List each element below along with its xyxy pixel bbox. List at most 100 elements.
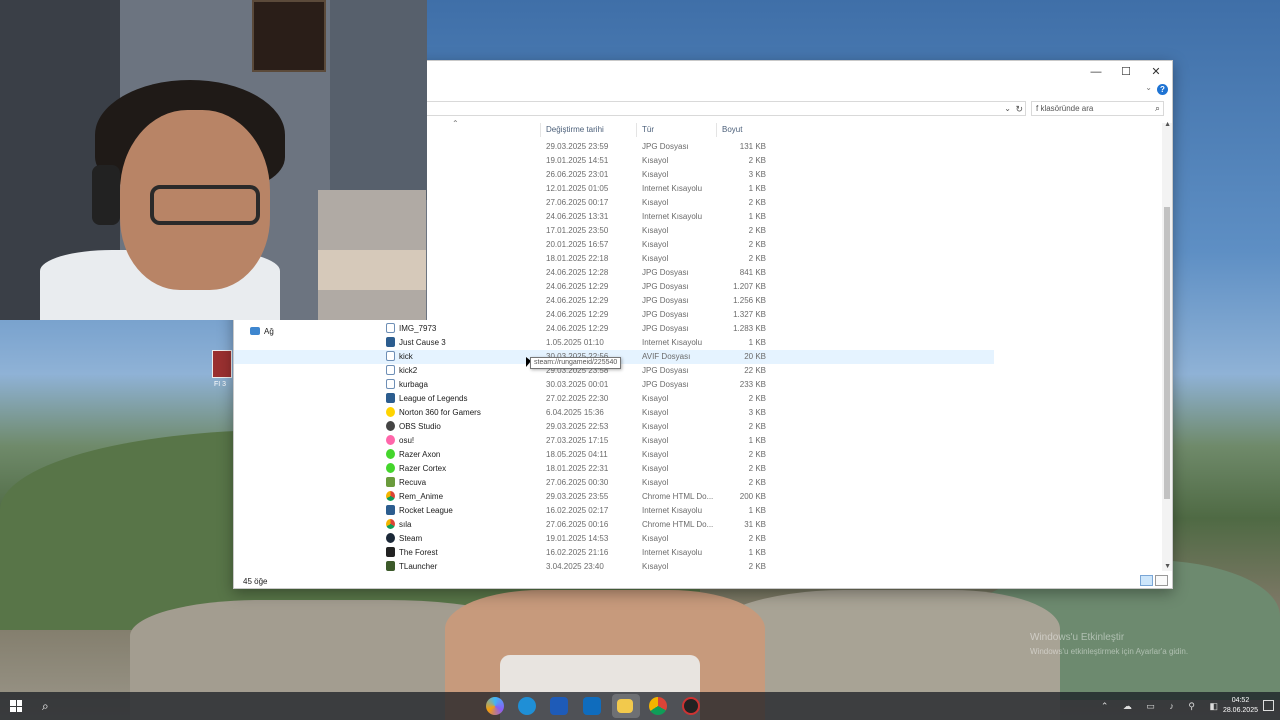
file-row[interactable]: IMG_7973 24.06.2025 12:29 JPG Dosyası 1.283… <box>234 322 994 336</box>
tl-file-icon <box>386 561 395 571</box>
file-name[interactable]: OBS Studio <box>386 420 441 434</box>
column-header-size[interactable]: Boyut <box>722 125 742 134</box>
file-type: Kısayol <box>642 534 669 543</box>
file-name[interactable]: Razer Axon <box>386 448 440 462</box>
file-date: 26.06.2025 23:01 <box>546 170 609 179</box>
app-file-icon <box>386 421 395 431</box>
game-file-icon <box>386 505 395 515</box>
file-size: 2 KB <box>748 464 766 473</box>
file-type: JPG Dosyası <box>642 366 689 375</box>
file-name[interactable]: osu! <box>386 434 414 448</box>
file-size: 1.327 KB <box>733 310 766 319</box>
minimize-button[interactable]: — <box>1088 64 1104 80</box>
file-type: JPG Dosyası <box>642 142 689 151</box>
file-name[interactable]: kurbaga <box>386 378 428 392</box>
address-bar[interactable]: ⌄ ↻ <box>426 101 1026 116</box>
taskbar-search-icon[interactable]: ⌕ <box>42 699 49 714</box>
file-name[interactable]: The Forest <box>386 546 438 560</box>
jpg-file-icon <box>386 365 395 375</box>
file-row[interactable]: Norton 360 for Gamers 6.04.2025 15:36 Kısa… <box>234 406 994 420</box>
file-size: 1 KB <box>748 212 766 221</box>
file-row[interactable]: Steam 19.01.2025 14:53 Kısayol 2 KB <box>234 532 994 546</box>
maximize-button[interactable]: ☐ <box>1118 64 1134 80</box>
file-name[interactable]: TLauncher <box>386 560 437 574</box>
file-type: JPG Dosyası <box>642 324 689 333</box>
scroll-up-icon[interactable]: ▲ <box>1164 121 1171 128</box>
desktop-shortcut-icon[interactable] <box>212 350 232 378</box>
edge-icon[interactable] <box>518 697 536 715</box>
scroll-down-icon[interactable]: ▼ <box>1164 563 1171 570</box>
file-name[interactable]: League of Legends <box>386 392 468 406</box>
large-icons-view-button[interactable] <box>1155 575 1168 586</box>
scrollbar-thumb[interactable] <box>1164 207 1170 499</box>
taskbar-clock[interactable]: 04:52 28.06.2025 <box>1223 696 1258 716</box>
file-date: 12.01.2025 01:05 <box>546 184 609 193</box>
file-row[interactable]: Recuva 27.06.2025 00:30 Kısayol 2 KB <box>234 476 994 490</box>
file-name[interactable]: Rem_Anime <box>386 490 443 504</box>
file-size: 1.283 KB <box>733 324 766 333</box>
address-dropdown-icon[interactable]: ⌄ <box>1004 102 1011 116</box>
file-name-text: Just Cause 3 <box>399 338 446 347</box>
file-row[interactable]: sıla 27.06.2025 00:16 Chrome HTML Do... 31 … <box>234 518 994 532</box>
ribbon-collapse-icon[interactable]: ⌄ <box>1145 83 1152 92</box>
search-icon[interactable]: ⌕ <box>1155 102 1160 115</box>
close-button[interactable]: ✕ <box>1148 64 1164 80</box>
column-separator[interactable] <box>540 123 541 137</box>
file-size: 2 KB <box>748 450 766 459</box>
notification-icon[interactable] <box>1263 700 1274 711</box>
webcam-poster <box>252 0 326 72</box>
file-name[interactable]: sıla <box>386 518 411 532</box>
file-size: 2 KB <box>748 240 766 249</box>
column-separator[interactable] <box>716 123 717 137</box>
file-size: 3 KB <box>748 408 766 417</box>
file-row[interactable]: Razer Axon 18.05.2025 04:11 Kısayol 2 KB <box>234 448 994 462</box>
details-view-button[interactable] <box>1140 575 1153 586</box>
file-name[interactable]: Norton 360 for Gamers <box>386 406 481 420</box>
file-date: 19.01.2025 14:53 <box>546 534 609 543</box>
search-input[interactable]: f klasöründe ara ⌕ <box>1031 101 1164 116</box>
file-name[interactable]: Steam <box>386 532 422 546</box>
copilot-icon[interactable] <box>486 697 504 715</box>
file-row[interactable]: Rem_Anime 29.03.2025 23:55 Chrome HTML Do.… <box>234 490 994 504</box>
refresh-icon[interactable]: ↻ <box>1015 102 1023 116</box>
outlook-icon[interactable] <box>583 697 601 715</box>
file-row[interactable]: League of Legends 27.02.2025 22:30 Kısayol… <box>234 392 994 406</box>
file-name-text: Steam <box>399 534 423 543</box>
file-name-text: kick <box>399 352 413 361</box>
chrome-file-icon <box>386 519 395 529</box>
column-header-type[interactable]: Tür <box>642 125 654 134</box>
file-row[interactable]: OBS Studio 29.03.2025 22:53 Kısayol 2 KB <box>234 420 994 434</box>
file-row[interactable]: Razer Cortex 18.01.2025 22:31 Kısayol 2 KB <box>234 462 994 476</box>
file-size: 31 KB <box>744 520 766 529</box>
obs-icon[interactable] <box>682 697 700 715</box>
file-date: 1.05.2025 01:10 <box>546 338 604 347</box>
norton-file-icon <box>386 407 395 417</box>
store-icon[interactable] <box>550 697 568 715</box>
file-row[interactable]: Rocket League 16.02.2025 02:17 Internet Kı… <box>234 504 994 518</box>
file-name[interactable]: Razer Cortex <box>386 462 446 476</box>
file-name[interactable]: IMG_7973 <box>386 322 436 336</box>
file-name[interactable]: Recuva <box>386 476 426 490</box>
chrome-icon[interactable] <box>649 697 667 715</box>
file-row[interactable]: kurbaga 30.03.2025 00:01 JPG Dosyası 233 KB <box>234 378 994 392</box>
file-type: Kısayol <box>642 450 669 459</box>
file-row[interactable]: osu! 27.03.2025 17:15 Kısayol 1 KB <box>234 434 994 448</box>
file-name-text: Rocket League <box>399 506 453 515</box>
file-size: 1.207 KB <box>733 282 766 291</box>
file-name[interactable]: Rocket League <box>386 504 453 518</box>
column-header-date[interactable]: Değiştirme tarihi <box>546 125 604 134</box>
system-tray[interactable]: ⌃ ☁ ▭ ♪ ⚲ ◧ <box>1101 701 1224 712</box>
file-size: 1 KB <box>748 184 766 193</box>
start-button[interactable] <box>10 700 22 712</box>
column-separator[interactable] <box>636 123 637 137</box>
file-row[interactable]: Just Cause 3 1.05.2025 01:10 Internet Kısa… <box>234 336 994 350</box>
file-name[interactable]: kick <box>386 350 413 364</box>
file-name[interactable]: Just Cause 3 <box>386 336 446 350</box>
file-row[interactable]: TLauncher 3.04.2025 23:40 Kısayol 2 KB <box>234 560 994 574</box>
file-type: Kısayol <box>642 170 669 179</box>
file-name[interactable]: kick2 <box>386 364 417 378</box>
help-icon[interactable]: ? <box>1157 84 1168 95</box>
file-row[interactable]: The Forest 16.02.2025 21:16 Internet Kısay… <box>234 546 994 560</box>
activation-title: Windows'u Etkinleştir <box>1030 632 1125 643</box>
file-name-text: Norton 360 for Gamers <box>399 408 481 417</box>
